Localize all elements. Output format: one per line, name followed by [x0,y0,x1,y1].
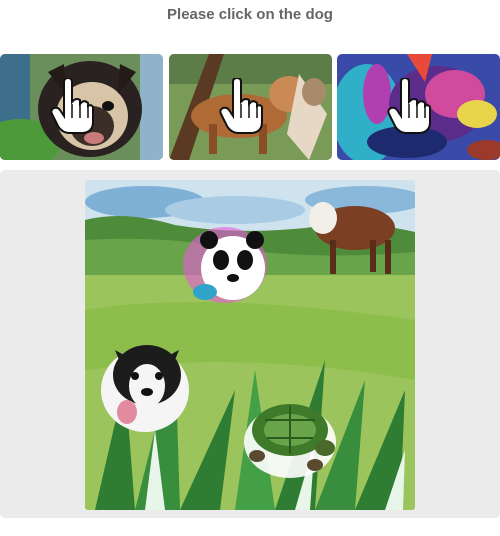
panda-figure [183,227,267,303]
example-image-1 [0,54,163,160]
challenge-image[interactable] [85,180,415,510]
example-image-2 [169,54,332,160]
example-image-3 [337,54,500,160]
watercolor-scene [85,180,415,510]
example-images-row [0,54,500,160]
hand-pointer-icon [50,78,94,134]
challenge-prompt: Please click on the dog [167,6,333,23]
footer [0,526,500,536]
challenge-panel [0,170,500,518]
hand-pointer-icon [387,78,431,134]
hand-pointer-icon [219,78,263,134]
